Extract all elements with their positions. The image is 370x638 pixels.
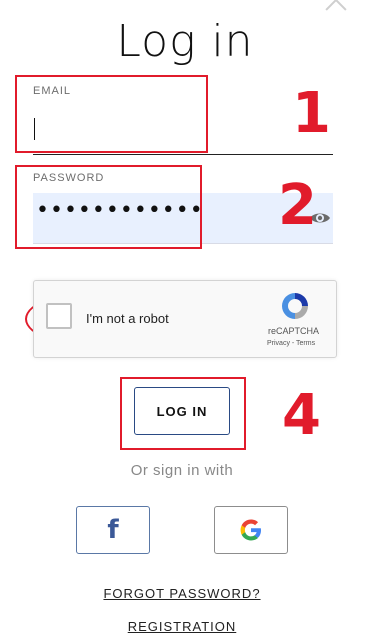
annotation-number-1: 1: [292, 81, 331, 146]
annotation-box-password: [15, 165, 202, 249]
annotation-number-2: 2: [278, 173, 317, 238]
annotation-box-email: [15, 75, 208, 153]
forgot-password-link[interactable]: FORGOT PASSWORD?: [0, 586, 364, 601]
google-login-button[interactable]: [214, 506, 288, 554]
social-prompt: Or sign in with: [130, 462, 234, 479]
login-button[interactable]: LOG IN: [134, 387, 230, 435]
recaptcha-brand: reCAPTCHA: [268, 326, 320, 336]
google-icon: [240, 519, 261, 541]
facebook-login-button[interactable]: f: [76, 506, 150, 554]
page-title: Log in: [116, 16, 254, 67]
close-icon[interactable]: [322, 0, 350, 14]
recaptcha-label: I'm not a robot: [86, 311, 169, 326]
registration-link[interactable]: REGISTRATION: [0, 619, 364, 634]
annotation-number-4: 4: [282, 383, 321, 448]
recaptcha-icon: [282, 293, 308, 319]
recaptcha-checkbox[interactable]: [46, 303, 72, 329]
recaptcha-links[interactable]: Privacy - Terms: [267, 340, 315, 347]
facebook-icon: f: [107, 515, 119, 545]
